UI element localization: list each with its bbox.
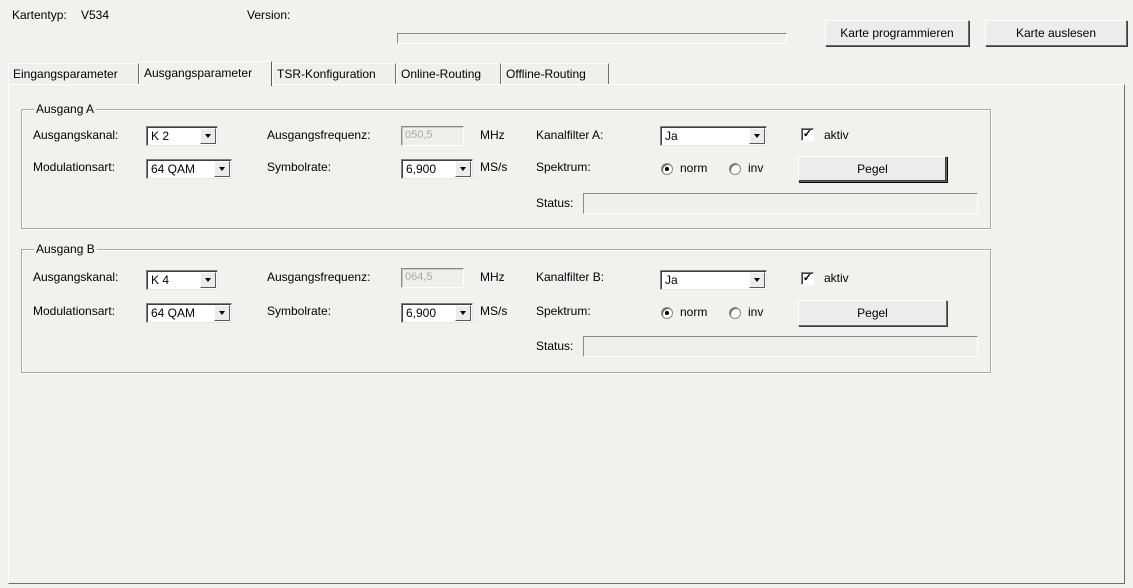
aktiv-label: aktiv [824,271,849,285]
modulation-value: 64 QAM [151,306,196,320]
modulation-select[interactable]: 64 QAM [146,303,232,323]
symbol-rate-unit: MS/s [480,304,508,318]
symbol-rate-value: 6,900 [406,162,437,176]
aktiv-label: aktiv [824,128,849,142]
group-title: Ausgang B [34,242,97,256]
version-field [397,33,787,44]
output-frequency-label: Ausgangsfrequenz: [267,128,371,142]
program-card-button[interactable]: Karte programmieren [825,20,969,46]
channel-filter-value: Ja [665,129,678,143]
chevron-down-icon[interactable] [200,128,216,144]
spectrum-label: Spektrum: [536,160,591,174]
output-channel-value: K 4 [151,273,170,287]
symbol-rate-label: Symbolrate: [267,304,332,318]
chevron-down-icon[interactable] [214,161,230,177]
aktiv-checkbox[interactable]: ✓ [801,128,814,141]
read-card-button[interactable]: Karte auslesen [985,20,1127,46]
tab-ausgangsparameter[interactable]: Ausgangsparameter [139,61,272,86]
symbol-rate-select[interactable]: 6,900 [401,159,473,179]
level-button[interactable]: Pegel [798,300,947,326]
tab-tsr-konfiguration[interactable]: TSR-Konfiguration [272,63,396,84]
frequency-unit: MHz [480,128,505,142]
channel-filter-value: Ja [665,273,678,287]
output-channel-select[interactable]: K 2 [146,126,218,146]
tab-offline-routing[interactable]: Offline-Routing [501,63,609,84]
output-frequency-field: 064,5 [401,268,464,288]
modulation-label: Modulationsart: [33,160,116,174]
status-label: Status: [536,196,574,210]
chevron-down-icon[interactable] [749,272,765,288]
symbol-rate-label: Symbolrate: [267,160,332,174]
chevron-down-icon[interactable] [749,128,765,144]
output-channel-select[interactable]: K 4 [146,270,218,290]
channel-filter-label: Kanalfilter A: [536,128,604,142]
tab-eingangsparameter[interactable]: Eingangsparameter [8,63,139,84]
status-field [583,193,978,214]
tab-online-routing[interactable]: Online-Routing [396,63,501,84]
tab-strip: Eingangsparameter Ausgangsparameter TSR-… [8,61,628,86]
chevron-down-icon[interactable] [200,272,216,288]
spectrum-norm-radio[interactable] [661,163,673,175]
level-button[interactable]: Pegel [798,156,947,182]
chevron-down-icon[interactable] [455,161,471,177]
output-frequency-value: 050,5 [405,129,433,141]
spectrum-norm-radio[interactable] [661,307,673,319]
channel-filter-select[interactable]: Ja [660,270,767,290]
channel-filter-select[interactable]: Ja [660,126,767,146]
chevron-down-icon[interactable] [455,305,471,321]
chevron-down-icon[interactable] [214,305,230,321]
modulation-select[interactable]: 64 QAM [146,159,232,179]
spectrum-inv-radio[interactable] [729,163,741,175]
output-channel-label: Ausgangskanal: [33,128,119,142]
spectrum-inv-label: inv [748,161,764,175]
group-title: Ausgang A [34,102,97,116]
output-frequency-field: 050,5 [401,126,464,146]
output-frequency-label: Ausgangsfrequenz: [267,270,371,284]
modulation-value: 64 QAM [151,162,196,176]
spectrum-inv-radio[interactable] [729,307,741,319]
symbol-rate-value: 6,900 [406,306,437,320]
card-type-label: Kartentyp: [12,8,67,22]
card-type-value: V534 [81,8,110,22]
spectrum-inv-label: inv [748,305,764,319]
output-frequency-value: 064,5 [405,271,433,283]
channel-filter-label: Kanalfilter B: [536,270,605,284]
symbol-rate-select[interactable]: 6,900 [401,303,473,323]
frequency-unit: MHz [480,270,505,284]
status-label: Status: [536,339,574,353]
output-channel-value: K 2 [151,129,170,143]
spectrum-norm-label: norm [680,161,708,175]
aktiv-checkbox[interactable]: ✓ [801,272,814,285]
status-field [583,336,978,357]
output-channel-label: Ausgangskanal: [33,270,119,284]
symbol-rate-unit: MS/s [480,160,508,174]
version-label: Version: [247,8,291,22]
spectrum-label: Spektrum: [536,304,591,318]
modulation-label: Modulationsart: [33,304,116,318]
spectrum-norm-label: norm [680,305,708,319]
